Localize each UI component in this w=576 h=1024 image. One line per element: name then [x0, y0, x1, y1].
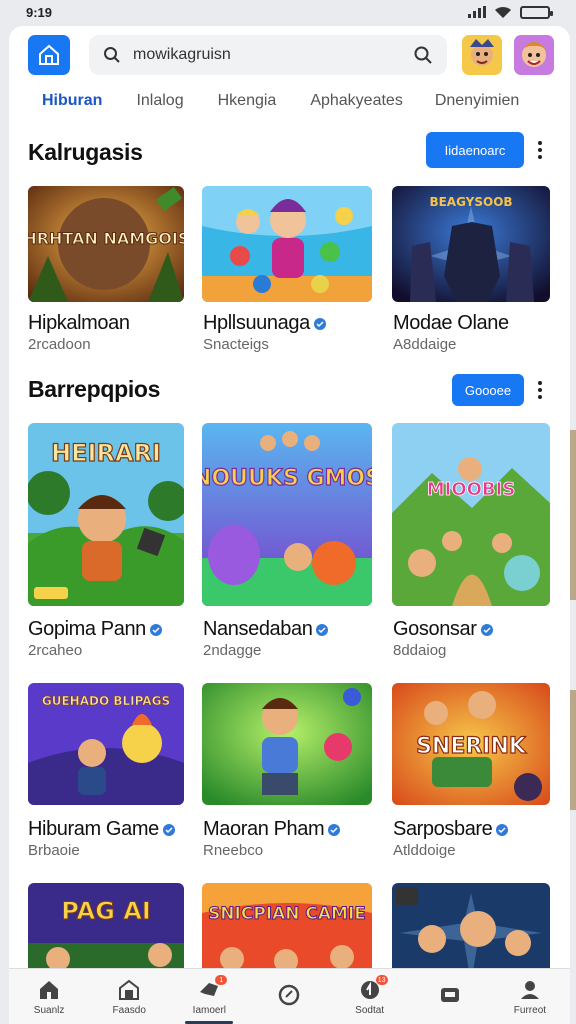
section-action-button[interactable]: Goooee	[452, 374, 524, 406]
tab-aphakyeates[interactable]: Aphakyeates	[310, 86, 403, 120]
home-icon	[39, 44, 59, 65]
more-options-button[interactable]	[529, 132, 551, 168]
verified-icon	[162, 823, 175, 836]
game-title[interactable]: Maoran Pham	[203, 818, 341, 841]
status-bar: 9:19	[0, 0, 576, 24]
search-bar[interactable]: mowikagruisn	[89, 35, 447, 75]
game-art-title: PAG AI	[61, 897, 151, 925]
profile-icon	[520, 980, 539, 999]
nav-item-notifications[interactable]: 13 Sodtat	[330, 969, 410, 1024]
game-subtitle: A8ddaige	[393, 336, 457, 353]
game-thumbnail[interactable]: SNERINK	[392, 683, 550, 805]
verified-icon	[316, 623, 329, 636]
home-button[interactable]	[28, 35, 70, 75]
game-thumbnail[interactable]: GUEHADO BLIPAGS	[28, 683, 184, 805]
game-title[interactable]: Sarposbare	[393, 818, 509, 841]
game-title[interactable]: Gosonsar	[393, 618, 493, 641]
nav-label: Furreot	[513, 1004, 547, 1016]
tab-hkengia[interactable]: Hkengia	[218, 86, 277, 120]
section-title: Barrepqpios	[28, 376, 161, 402]
game-art-title: HEIRARI	[51, 439, 161, 467]
section-action-button[interactable]: Iidaenoarc	[426, 132, 524, 168]
search-input[interactable]: mowikagruisn	[133, 46, 401, 64]
verified-icon	[480, 623, 493, 636]
game-thumbnail[interactable]: BEAGYSOOB	[392, 186, 550, 302]
category-tabs: Hiburan Inlalog Hkengia Aphakyeates Dnen…	[9, 86, 570, 120]
game-subtitle: Atlddoige	[393, 842, 456, 859]
game-art-title: GUEHADO BLIPAGS	[42, 694, 170, 708]
nav-item-profile[interactable]: Furreot	[490, 969, 570, 1024]
section-title: Kalrugasis	[28, 139, 143, 165]
game-title[interactable]: Modae Olane	[393, 312, 509, 335]
game-title[interactable]: Nansedaban	[203, 618, 329, 641]
game-subtitle: 2rcaheo	[28, 642, 83, 659]
game-art-title: SNICPIAN CAMIE	[208, 904, 366, 924]
store-icon	[119, 979, 140, 1000]
game-thumbnail[interactable]: HEIRARI	[28, 423, 184, 606]
notification-badge: 13	[375, 975, 388, 985]
tab-inlalog[interactable]: Inlalog	[136, 86, 183, 120]
avatar[interactable]	[462, 35, 502, 75]
game-title[interactable]: Hpllsuunaga	[203, 312, 326, 335]
game-subtitle: 2rcadoon	[28, 336, 91, 353]
bottom-navigation: Suanlz Faasdo 1 Iamoerl 13 Sodtat Furreo…	[9, 968, 570, 1024]
game-subtitle: 8ddaiog	[393, 642, 447, 659]
tab-hiburan[interactable]: Hiburan	[42, 86, 102, 120]
game-title[interactable]: Gopima Pann	[28, 618, 162, 641]
verified-icon	[313, 317, 326, 330]
game-thumbnail[interactable]: ZHRHTAN NAMGOISE	[28, 186, 184, 302]
game-thumbnail[interactable]	[202, 683, 372, 805]
search-icon	[104, 47, 120, 63]
game-subtitle: Snacteigs	[203, 336, 269, 353]
game-subtitle: Rneebco	[203, 842, 264, 859]
avatar[interactable]	[514, 35, 554, 75]
game-art-title: MIOOBIS	[427, 479, 516, 500]
nav-label: Faasdo	[112, 1004, 146, 1016]
refresh-icon	[279, 984, 300, 1006]
status-icons	[468, 5, 553, 19]
more-options-button[interactable]	[529, 372, 551, 408]
home-icon	[40, 980, 59, 999]
battery-icon	[520, 5, 553, 19]
nav-item-store[interactable]: Faasdo	[89, 969, 169, 1024]
wifi-icon	[495, 6, 511, 18]
gamepad-icon	[440, 988, 459, 1002]
game-art-title: ZHRHTAN NAMGOISE	[28, 229, 184, 248]
verified-icon	[328, 823, 341, 836]
verified-icon	[149, 623, 162, 636]
next-card-peek	[570, 430, 576, 600]
game-art-title: NOUUKS GMOS	[202, 466, 372, 491]
nav-label: Suanlz	[33, 1004, 65, 1016]
signal-icon	[468, 6, 486, 18]
game-thumbnail[interactable]	[202, 186, 372, 302]
game-title[interactable]: Hipkalmoan	[28, 312, 130, 335]
nav-label: Sodtat	[355, 1004, 385, 1016]
nav-item-home[interactable]: Suanlz	[9, 969, 89, 1024]
notification-badge: 1	[215, 975, 228, 985]
game-title[interactable]: Hiburam Game	[28, 818, 175, 841]
next-card-peek	[570, 690, 576, 810]
nav-item-chat[interactable]: 1 Iamoerl	[169, 969, 249, 1024]
nav-item-games[interactable]	[410, 969, 490, 1024]
game-art-title: SNERINK	[416, 734, 527, 759]
game-thumbnail[interactable]: MIOOBIS	[392, 423, 550, 606]
game-thumbnail[interactable]: NOUUKS GMOS	[202, 423, 372, 606]
verified-icon	[496, 823, 509, 836]
game-subtitle: Brbaoie	[28, 842, 80, 859]
game-art-title: BEAGYSOOB	[429, 195, 512, 209]
nav-label: Iamoerl	[192, 1004, 227, 1016]
tab-dnenyimien[interactable]: Dnenyimien	[435, 86, 519, 120]
main-panel: mowikagruisn Hiburan Inlalog Hkengia Aph…	[9, 26, 570, 1024]
status-time: 9:19	[26, 4, 53, 20]
game-subtitle: 2ndagge	[203, 642, 262, 659]
nav-item-refresh[interactable]	[249, 969, 329, 1024]
search-submit-icon[interactable]	[413, 45, 433, 65]
top-bar: mowikagruisn	[9, 26, 570, 92]
